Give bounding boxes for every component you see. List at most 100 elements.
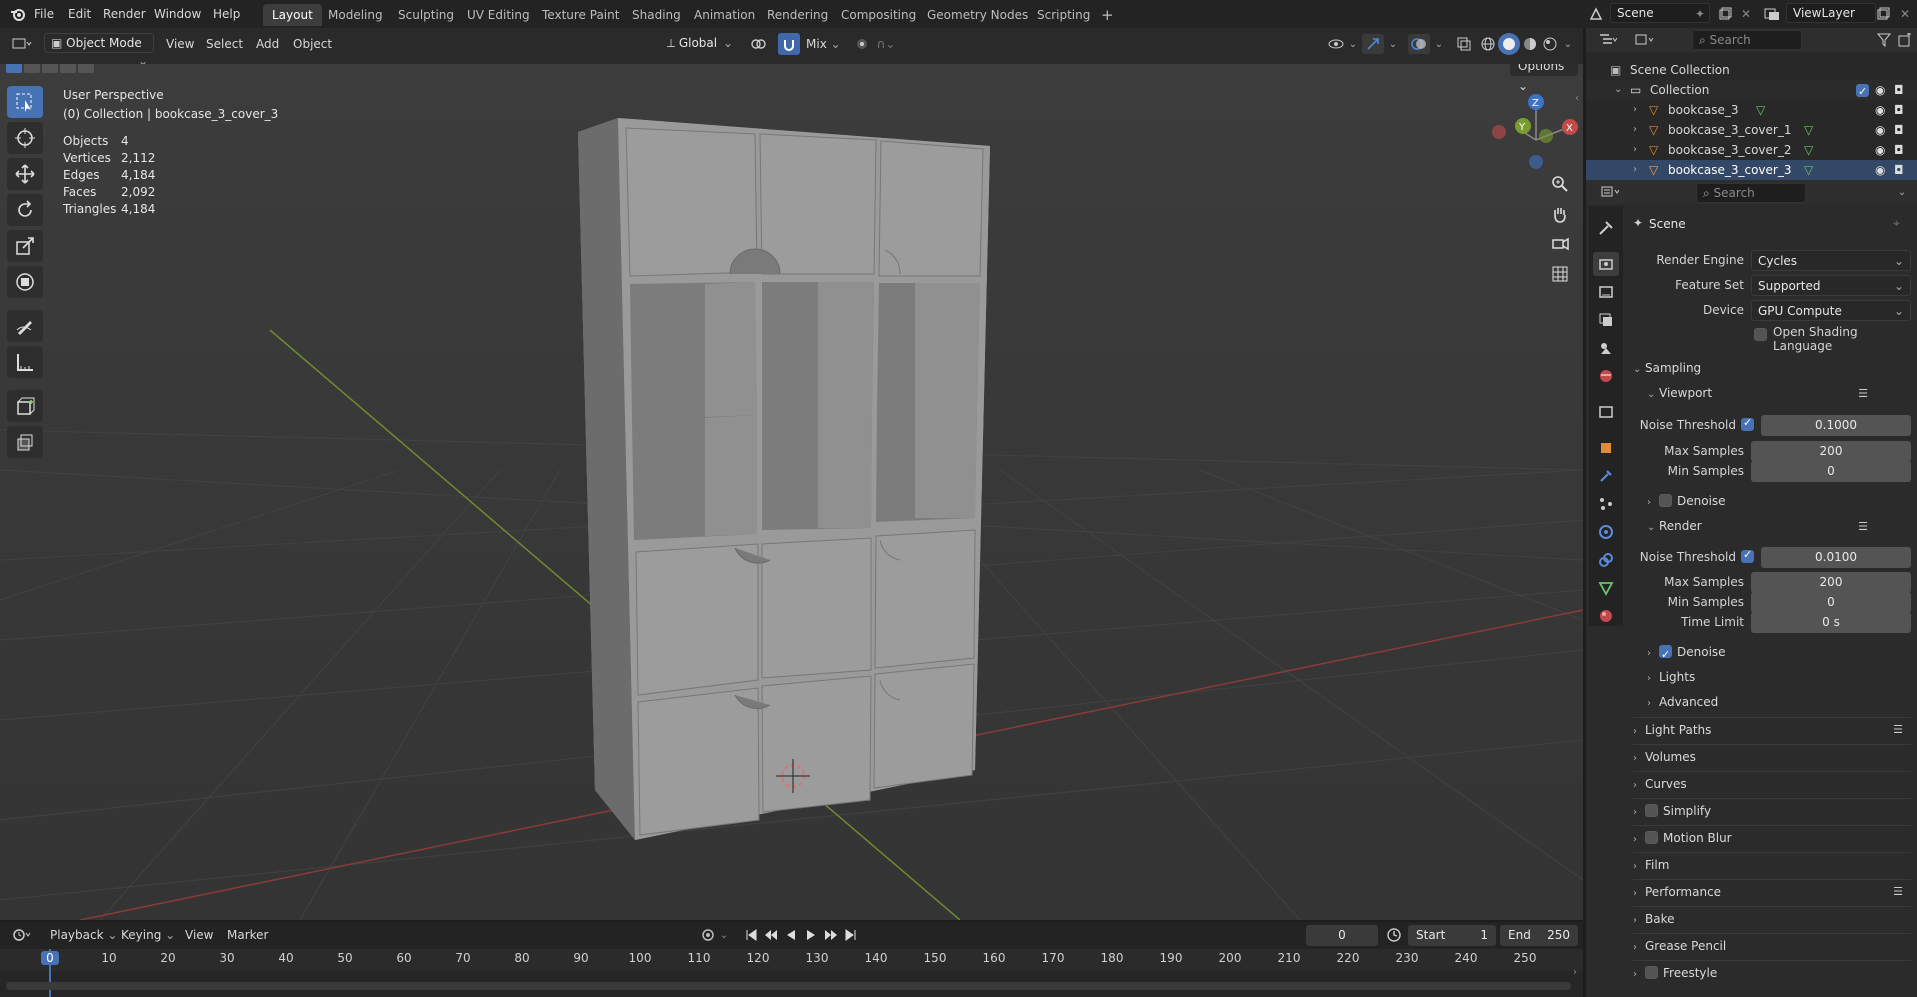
scene-tab-icon[interactable] xyxy=(1593,336,1619,360)
object-tab-icon[interactable] xyxy=(1593,436,1619,460)
data-tab-icon[interactable] xyxy=(1593,576,1619,600)
pivot-icon[interactable] xyxy=(744,34,772,54)
start-frame-field[interactable]: Start 1 xyxy=(1408,925,1496,946)
section-film[interactable]: › Film xyxy=(1633,852,1911,876)
outliner-object-row[interactable]: › ▽ bookcase_3_cover_1 ▽ ◉ ◘ xyxy=(1586,120,1917,140)
frame-tick[interactable]: 120 xyxy=(738,951,778,965)
gizmo-dropdown-icon[interactable]: ⌄ xyxy=(1386,34,1400,54)
overlay-dropdown-icon[interactable]: ⌄ xyxy=(1432,34,1446,54)
options-dropdown[interactable]: Options ⌄ xyxy=(1510,64,1578,93)
view-menu[interactable]: View xyxy=(166,34,194,54)
properties-options-icon[interactable]: ⌄ xyxy=(1892,182,1912,202)
display-mode-icon[interactable] xyxy=(1630,30,1658,50)
tab-shading[interactable]: Shading xyxy=(623,4,690,26)
simplify-checkbox[interactable] xyxy=(1645,804,1658,817)
frame-tick[interactable]: 70 xyxy=(443,951,483,965)
tool-tab-icon[interactable] xyxy=(1593,216,1619,240)
blender-logo-icon[interactable] xyxy=(8,4,28,24)
select-subtract-icon[interactable] xyxy=(42,64,58,73)
render-engine-dropdown[interactable]: Cycles ⌄ xyxy=(1751,250,1911,271)
expand-chevron-icon[interactable]: › xyxy=(1633,100,1637,120)
feature-set-dropdown[interactable]: Supported ⌄ xyxy=(1751,275,1911,296)
expand-chevron-icon[interactable]: ⌄ xyxy=(1614,80,1622,100)
camera-render-icon[interactable]: ◘ xyxy=(1894,100,1904,120)
prev-keyframe-icon[interactable] xyxy=(762,925,780,945)
new-collection-icon[interactable] xyxy=(1895,30,1915,50)
vp-noise-threshold-checkbox[interactable] xyxy=(1741,416,1754,431)
outliner-collection-row[interactable]: ⌄ ▭ Collection ◉ ◘ xyxy=(1586,80,1917,102)
frame-tick[interactable]: 10 xyxy=(89,951,129,965)
outliner-editor-icon[interactable] xyxy=(1594,30,1622,50)
end-frame-field[interactable]: End 250 xyxy=(1500,925,1578,946)
visibility-icon[interactable] xyxy=(1326,34,1346,54)
delete-scene-icon[interactable]: ✕ xyxy=(1736,4,1756,24)
next-keyframe-icon[interactable] xyxy=(822,925,840,945)
frame-tick[interactable]: 130 xyxy=(797,951,837,965)
view-layer-tab-icon[interactable] xyxy=(1593,308,1619,332)
section-curves[interactable]: › Curves xyxy=(1633,771,1911,795)
timeline-editor-icon[interactable] xyxy=(8,925,36,945)
r-denoise-checkbox[interactable] xyxy=(1659,643,1672,667)
jump-start-icon[interactable] xyxy=(742,925,760,945)
navigation-gizmo[interactable]: Z X Y xyxy=(1490,86,1582,182)
timeline-scrollbar[interactable] xyxy=(6,982,1571,990)
mesh-icon[interactable]: ▽ xyxy=(1804,120,1813,140)
select-intersect-icon[interactable] xyxy=(78,64,94,73)
wireframe-shading-icon[interactable] xyxy=(1478,34,1498,54)
pin-icon[interactable]: ✦ xyxy=(1690,4,1710,24)
frame-tick[interactable]: 210 xyxy=(1269,951,1309,965)
add-cube-tool[interactable] xyxy=(7,390,43,422)
camera-render-icon[interactable]: ◘ xyxy=(1894,120,1904,140)
frame-tick[interactable]: 90 xyxy=(561,951,601,965)
constraints-tab-icon[interactable] xyxy=(1593,548,1619,572)
expand-chevron-icon[interactable]: › xyxy=(1633,160,1637,180)
frame-tick[interactable]: 40 xyxy=(266,951,306,965)
cursor-tool[interactable] xyxy=(7,122,43,154)
outliner-search-input[interactable]: ⌕ Search xyxy=(1692,30,1802,50)
frame-tick[interactable]: 200 xyxy=(1210,951,1250,965)
scene-icon[interactable] xyxy=(1585,4,1607,24)
frame-tick[interactable]: 240 xyxy=(1446,951,1486,965)
vp-max-samples-field[interactable]: 200 xyxy=(1751,441,1911,462)
move-tool[interactable] xyxy=(7,158,43,190)
freestyle-checkbox[interactable] xyxy=(1645,966,1658,979)
r-noise-threshold-field[interactable]: 0.0100 xyxy=(1761,547,1911,568)
tab-rendering[interactable]: Rendering xyxy=(758,4,837,26)
menu-window[interactable]: Window xyxy=(148,4,207,24)
new-view-layer-icon[interactable] xyxy=(1872,4,1894,24)
transform-tool[interactable] xyxy=(7,266,43,298)
motion-blur-checkbox[interactable] xyxy=(1645,831,1658,844)
record-dropdown-icon[interactable]: ⌄ xyxy=(718,925,730,945)
frame-tick[interactable]: 60 xyxy=(384,951,424,965)
timeline-view-menu[interactable]: View xyxy=(185,925,213,945)
play-icon[interactable] xyxy=(802,925,820,945)
annotate-tool[interactable] xyxy=(7,310,43,342)
viewport-subsection-header[interactable]: ⌄ Viewport xyxy=(1647,381,1712,405)
marker-menu[interactable]: Marker xyxy=(227,925,268,945)
jump-end-icon[interactable] xyxy=(842,925,860,945)
delete-view-layer-icon[interactable]: ✕ xyxy=(1895,4,1915,24)
camera-icon[interactable] xyxy=(1546,230,1574,258)
frame-tick[interactable]: 30 xyxy=(207,951,247,965)
tab-uv-editing[interactable]: UV Editing xyxy=(458,4,539,26)
object-menu[interactable]: Object xyxy=(293,34,332,54)
timeline-scroll-arrow-icon[interactable]: › xyxy=(1573,949,1583,997)
view-layer-selector[interactable]: ViewLayer xyxy=(1786,3,1876,23)
menu-render[interactable]: Render xyxy=(97,4,152,24)
collection-exclude-checkbox[interactable] xyxy=(1856,82,1869,102)
grid-icon[interactable] xyxy=(1546,260,1574,288)
r-min-samples-field[interactable]: 0 xyxy=(1751,592,1911,613)
visibility-dropdown-icon[interactable]: ⌄ xyxy=(1346,34,1360,54)
frame-tick[interactable]: 50 xyxy=(325,951,365,965)
section-performance[interactable]: › Performance ☰ xyxy=(1633,879,1911,903)
output-tab-icon[interactable] xyxy=(1593,280,1619,304)
frame-tick[interactable]: 150 xyxy=(915,951,955,965)
section-light-paths[interactable]: › Light Paths ☰ xyxy=(1633,717,1911,741)
current-frame-field[interactable]: 0 xyxy=(1306,925,1378,946)
new-scene-icon[interactable] xyxy=(1714,4,1736,24)
extrude-tool[interactable] xyxy=(7,426,43,458)
mesh-icon[interactable]: ▽ xyxy=(1804,160,1813,180)
material-shading-icon[interactable] xyxy=(1520,34,1540,54)
scale-tool[interactable] xyxy=(7,230,43,262)
osl-checkbox[interactable] xyxy=(1754,328,1767,341)
